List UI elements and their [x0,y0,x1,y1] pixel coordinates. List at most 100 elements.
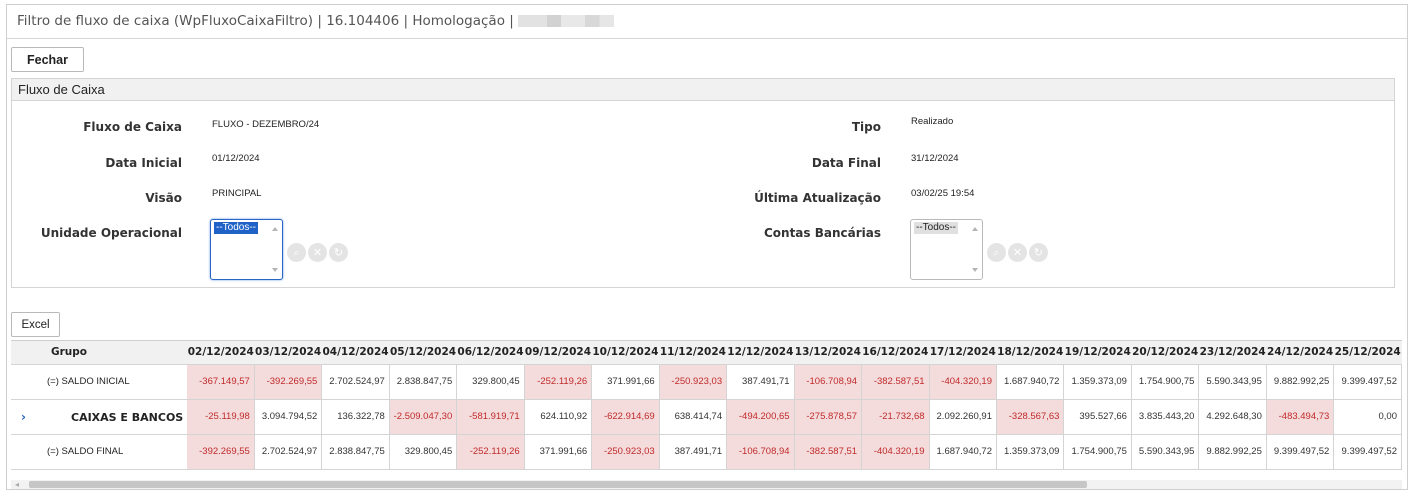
refresh-icon[interactable]: ↻ [329,243,348,262]
unidade-actions: ⌕ ✕ ↻ [287,243,348,262]
value-visao: PRINCIPAL [212,188,262,199]
grid-header-date[interactable]: 05/12/2024 [389,341,457,365]
table-cell: -275.878,57 [794,399,863,435]
grid-header-date[interactable]: 13/12/2024 [794,341,862,365]
grid-header-date[interactable]: 25/12/2024 [1333,341,1402,365]
table-cell: -21.732,68 [861,399,930,435]
grid-header-date[interactable]: 03/12/2024 [254,341,322,365]
grid-header-date[interactable]: 09/12/2024 [524,341,592,365]
contas-actions: ⌕ ✕ ↻ [987,243,1048,262]
table-cell: -106.708,94 [726,434,795,470]
table-cell: 2.092.260,91 [929,399,998,435]
table-cell: 9.399.497,52 [1333,434,1402,470]
table-cell: 5.590.343,95 [1198,364,1267,400]
contas-bancarias-listbox[interactable]: --Todos-- [910,219,983,280]
grid-header-grupo[interactable]: Grupo [11,341,188,365]
table-cell: 387.491,71 [726,364,795,400]
refresh-icon[interactable]: ↻ [1029,243,1048,262]
row-group-cell: (=) SALDO FINAL [11,434,188,470]
label-data-inicial: Data Inicial [105,156,182,170]
grid-header-date[interactable]: 12/12/2024 [726,341,795,365]
listbox-option-selected[interactable]: --Todos-- [914,222,959,234]
grid-header-date[interactable]: 04/12/2024 [321,341,390,365]
table-cell: 3.094.794,52 [254,399,323,435]
scroll-down-icon[interactable] [972,268,978,272]
close-button[interactable]: Fechar [11,47,84,72]
chevron-right-icon[interactable]: › [11,410,71,424]
table-cell: -252.119,26 [456,434,525,470]
table-cell: -25.119,98 [187,399,255,435]
table-cell: -392.269,55 [254,364,323,400]
table-cell: 2.702.524,97 [321,364,390,400]
grid-header-date[interactable]: 20/12/2024 [1131,341,1199,365]
grid-header-date[interactable]: 23/12/2024 [1198,341,1267,365]
grid-header-date[interactable]: 10/12/2024 [591,341,660,365]
row-group-label: (=) SALDO FINAL [47,446,124,457]
table-row: › CAIXAS E BANCOS -25.119,98 3.094.794,52 13… [11,399,1402,435]
table-cell: 387.491,71 [659,434,728,470]
table-cell: 9.882.992,25 [1266,364,1335,400]
table-cell: -392.269,55 [187,434,255,470]
table-cell: 329.800,45 [389,434,458,470]
table-cell: 371.991,66 [591,364,660,400]
table-cell: -622.914,69 [591,399,660,435]
value-data-inicial: 01/12/2024 [212,153,260,164]
label-visao: Visão [145,191,182,205]
cash-flow-table: Grupo 02/12/2024 03/12/2024 04/12/2024 05/12… [11,341,1402,470]
grid-header-date[interactable]: 17/12/2024 [929,341,997,365]
table-cell: 136.322,78 [321,399,390,435]
grid-header-date[interactable]: 18/12/2024 [996,341,1064,365]
unidade-operacional-listbox[interactable]: --Todos-- [210,219,283,280]
cash-flow-grid: Grupo 02/12/2024 03/12/2024 04/12/2024 05/12… [11,340,1402,478]
scroll-down-icon[interactable] [272,268,278,272]
grid-header-date[interactable]: 11/12/2024 [659,341,727,365]
clear-icon[interactable]: ✕ [1008,243,1027,262]
scroll-left-icon[interactable]: ◂ [15,481,19,489]
table-cell: 5.590.343,95 [1131,434,1200,470]
label-data-final: Data Final [811,156,881,170]
table-cell: 624.110,92 [524,399,593,435]
redacted-environment-name [517,15,614,27]
table-row: (=) SALDO FINAL -392.269,55 2.702.524,97 2.… [11,434,1402,470]
row-group-cell[interactable]: › CAIXAS E BANCOS [11,399,188,435]
horizontal-scrollbar[interactable]: ◂ [11,480,1402,489]
table-cell: 9.399.497,52 [1266,434,1335,470]
table-cell: -404.320,19 [929,364,998,400]
table-cell: 638.414,74 [659,399,728,435]
table-cell: 4.292.648,30 [1198,399,1267,435]
listbox-option-selected[interactable]: --Todos-- [214,222,259,234]
clear-icon[interactable]: ✕ [308,243,327,262]
grid-header-date[interactable]: 02/12/2024 [187,341,255,365]
table-cell: -494.200,65 [726,399,795,435]
table-cell: -581.919,71 [456,399,525,435]
label-fluxo-caixa: Fluxo de Caixa [83,120,182,134]
search-icon[interactable]: ⌕ [987,243,1006,262]
table-cell: -250.923,03 [591,434,660,470]
value-fluxo-caixa: FLUXO - DEZEMBRO/24 [212,119,320,130]
value-ultima-atualizacao: 03/02/25 19:54 [911,188,975,199]
table-cell: 2.702.524,97 [254,434,323,470]
label-tipo: Tipo [851,120,881,134]
scroll-up-icon[interactable] [272,227,278,231]
table-cell: 0,00 [1333,399,1402,435]
table-cell: -328.567,63 [996,399,1065,435]
table-row: (=) SALDO INICIAL -367.149,57 -392.269,55 2… [11,364,1402,400]
table-cell: -367.149,57 [187,364,255,400]
excel-export-button[interactable]: Excel [11,312,60,337]
table-cell: 395.527,66 [1063,399,1132,435]
search-icon[interactable]: ⌕ [287,243,306,262]
table-cell: -106.708,94 [794,364,863,400]
table-cell: 1.687.940,72 [996,364,1065,400]
table-cell: -382.587,51 [794,434,863,470]
grid-header-date[interactable]: 24/12/2024 [1266,341,1334,365]
table-cell: -404.320,19 [861,434,930,470]
value-data-final: 31/12/2024 [911,153,959,164]
table-cell: 2.838.847,75 [389,364,458,400]
panel-title: Fluxo de Caixa [12,79,1394,101]
table-cell: -250.923,03 [659,364,728,400]
scrollbar-thumb[interactable] [29,481,1087,488]
grid-header-date[interactable]: 16/12/2024 [861,341,930,365]
grid-header-date[interactable]: 19/12/2024 [1063,341,1132,365]
grid-header-date[interactable]: 06/12/2024 [456,341,525,365]
scroll-up-icon[interactable] [972,227,978,231]
